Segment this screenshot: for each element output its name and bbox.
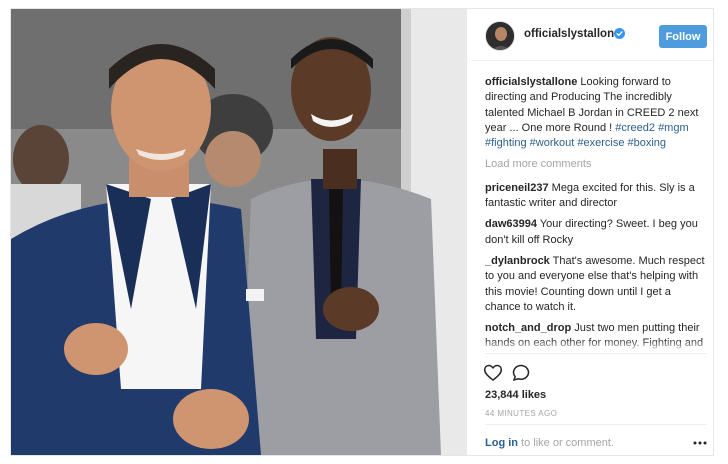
more-options-icon[interactable] bbox=[693, 440, 707, 446]
avatar-image bbox=[486, 22, 514, 50]
verified-badge-icon bbox=[614, 28, 625, 39]
comment-username[interactable]: priceneil237 bbox=[485, 182, 549, 194]
comment-username[interactable]: _dylanbrock bbox=[485, 255, 550, 267]
heart-icon[interactable] bbox=[483, 363, 503, 383]
hashtag[interactable]: #boxing bbox=[628, 137, 667, 149]
comment-bubble-icon[interactable] bbox=[511, 363, 531, 383]
login-prompt-text: to like or comment. bbox=[518, 437, 614, 449]
list-item: daw63994 Your directing? Sweet. I beg yo… bbox=[485, 217, 707, 248]
comments-list: officialslystallone Looking forward to d… bbox=[485, 75, 707, 351]
photo-illustration bbox=[11, 9, 467, 455]
instagram-post: officialslystallone Follow officialslyst… bbox=[10, 8, 714, 456]
caption-username[interactable]: officialslystallone bbox=[485, 76, 577, 88]
post-timestamp: 44 MINUTES AGO bbox=[485, 409, 558, 418]
follow-button[interactable]: Follow bbox=[659, 25, 707, 48]
post-sidebar: officialslystallone Follow officialslyst… bbox=[471, 9, 713, 455]
hashtag[interactable]: #fighting bbox=[485, 137, 527, 149]
divider bbox=[485, 424, 707, 425]
caption: officialslystallone Looking forward to d… bbox=[485, 75, 707, 151]
login-link[interactable]: Log in bbox=[485, 437, 518, 449]
hashtag[interactable]: #mgm bbox=[658, 122, 689, 134]
post-actions bbox=[483, 363, 543, 385]
hashtag[interactable]: #creed2 bbox=[615, 122, 655, 134]
header-username[interactable]: officialslystallone bbox=[524, 28, 621, 40]
hashtag[interactable]: #workout bbox=[530, 137, 575, 149]
load-more-comments-link[interactable]: Load more comments bbox=[485, 157, 707, 172]
post-header: officialslystallone Follow bbox=[471, 9, 713, 61]
avatar[interactable] bbox=[485, 21, 515, 51]
comment-username[interactable]: daw63994 bbox=[485, 218, 537, 230]
comments-fade bbox=[485, 339, 707, 353]
login-prompt: Log in to like or comment. bbox=[485, 437, 707, 449]
hashtag[interactable]: #exercise bbox=[577, 137, 624, 149]
divider bbox=[485, 353, 707, 354]
comment-username[interactable]: notch_and_drop bbox=[485, 322, 571, 334]
list-item: _dylanbrock That's awesome. Much respect… bbox=[485, 254, 707, 315]
likes-count[interactable]: 23,844 likes bbox=[485, 389, 546, 401]
list-item: priceneil237 Mega excited for this. Sly … bbox=[485, 181, 707, 212]
post-photo[interactable] bbox=[11, 9, 467, 455]
